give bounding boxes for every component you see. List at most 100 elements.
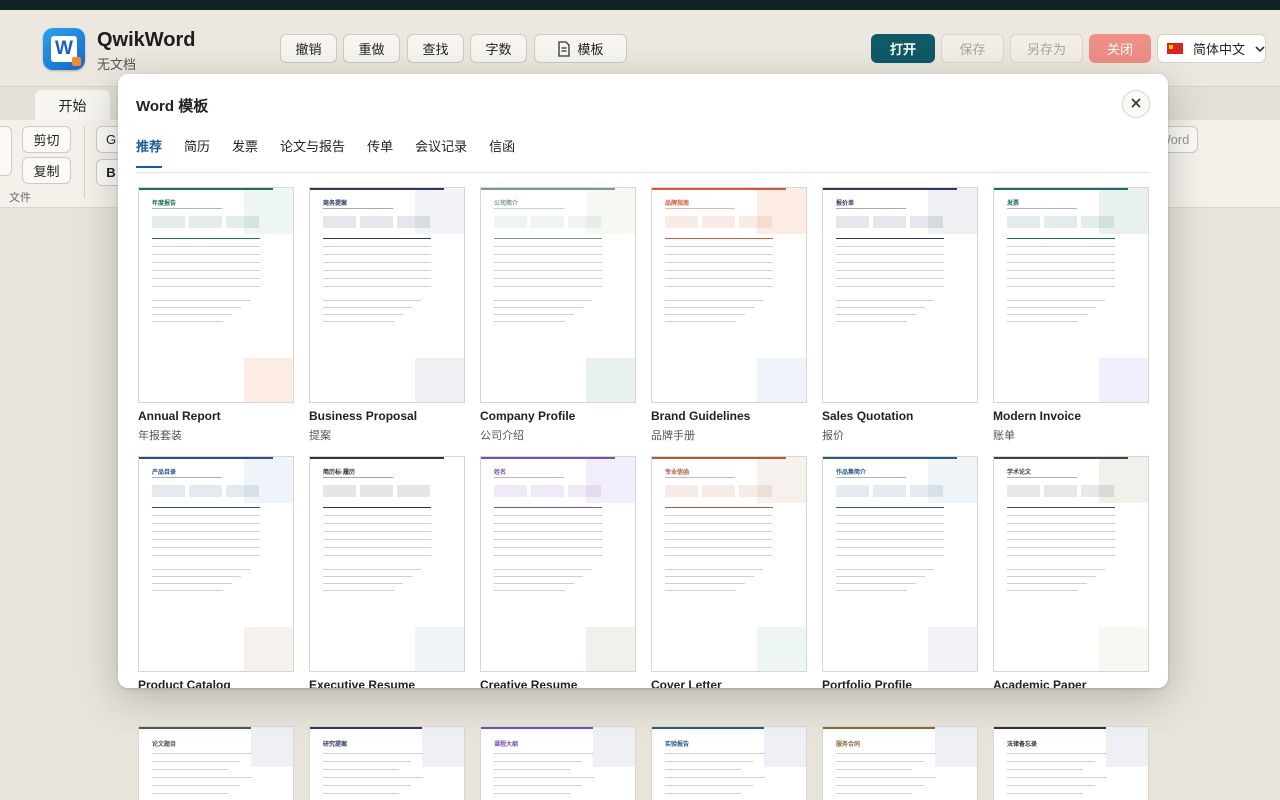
app-logo-icon: W (43, 28, 85, 70)
copy-button[interactable]: 复制 (22, 157, 71, 184)
template-name: Modern Invoice (993, 409, 1082, 423)
template-preview-title: 商务提案 (323, 201, 348, 207)
template-preview-title: 专业信函 (665, 470, 690, 476)
document-template-icon (557, 40, 571, 57)
template-preview-title: 产品目录 (152, 470, 177, 476)
app-name: QwikWord (97, 29, 196, 51)
template-card[interactable]: 简历标·履历Executive Resume简历 (309, 456, 465, 688)
template-thumbnail: 品牌指南 (651, 187, 807, 403)
template-name: Product Catalog (138, 678, 231, 688)
language-select[interactable]: 简体中文 (1157, 34, 1266, 63)
template-name: Company Profile (480, 409, 576, 423)
chevron-down-icon (1255, 41, 1265, 56)
template-name: Creative Resume (480, 678, 578, 688)
template-preview-title: 研究提案 (323, 742, 348, 748)
save-button[interactable]: 保存 (941, 34, 1004, 63)
template-preview-title: 姓名 (494, 470, 507, 476)
document-name: 无文档 (97, 57, 137, 72)
template-name: Sales Quotation (822, 409, 914, 423)
template-name: Cover Letter (651, 678, 722, 688)
template-card[interactable]: 年度报告 Annual Report 年报套装 (138, 187, 294, 442)
template-thumbnail: 公司简介 (480, 187, 636, 403)
dialog-close-button[interactable] (1122, 90, 1150, 118)
redo-button[interactable]: 重做 (343, 34, 400, 63)
template-subtitle: 年报套装 (138, 430, 182, 442)
template-card[interactable]: 姓名Creative Resume简历 (480, 456, 636, 688)
template-preview-title: 简历标·履历 (323, 470, 355, 476)
paste-button[interactable] (0, 126, 12, 176)
template-name: Annual Report (138, 409, 221, 423)
template-preview-title: 报价单 (836, 201, 855, 207)
template-card[interactable]: 服务合同 (822, 726, 978, 800)
find-button[interactable]: 查找 (407, 34, 464, 63)
wordcount-button[interactable]: 字数 (470, 34, 527, 63)
template-thumbnail: 简历标·履历 (309, 456, 465, 672)
template-thumbnail: 发票 (993, 187, 1149, 403)
template-preview-title: 作品集简介 (836, 470, 867, 476)
template-card[interactable]: 作品集简介Portfolio Profile作品集 (822, 456, 978, 688)
save-as-button[interactable]: 另存为 (1010, 34, 1083, 63)
undo-button[interactable]: 撤销 (280, 34, 337, 63)
template-preview-title: 学术论文 (1007, 470, 1032, 476)
template-card[interactable]: 法律备忘录 (993, 726, 1149, 800)
template-subtitle: 提案 (309, 430, 331, 442)
tab-category[interactable]: 发票 (232, 136, 258, 168)
template-preview-title: 法律备忘录 (1007, 742, 1038, 748)
china-flag-icon (1167, 43, 1183, 54)
template-name: Brand Guidelines (651, 409, 751, 423)
tab-category[interactable]: 信函 (489, 136, 515, 168)
template-name: Business Proposal (309, 409, 418, 423)
tab-home[interactable]: 开始 (35, 90, 110, 121)
close-icon (1131, 95, 1141, 113)
close-button[interactable]: 关闭 (1089, 34, 1151, 63)
template-name: Portfolio Profile (822, 678, 912, 688)
template-preview-title: 年度报告 (152, 201, 177, 207)
window-top-strip (0, 0, 1280, 10)
template-subtitle: 账单 (993, 430, 1015, 442)
template-preview-title: 公司简介 (494, 201, 519, 207)
tab-category[interactable]: 论文与报告 (280, 136, 345, 168)
template-card[interactable]: 课程大纲 (480, 726, 636, 800)
tab-category[interactable]: 简历 (184, 136, 210, 168)
template-thumbnail: 作品集简介 (822, 456, 978, 672)
template-preview-title: 实验报告 (665, 742, 690, 748)
template-card[interactable]: 公司简介 Company Profile 公司介绍 (480, 187, 636, 442)
template-card[interactable]: 论文题目 (138, 726, 294, 800)
template-card[interactable]: 产品目录Product Catalog目录 (138, 456, 294, 688)
template-subtitle: 品牌手册 (651, 430, 695, 442)
template-thumbnail: 报价单 (822, 187, 978, 403)
template-subtitle: 公司介绍 (480, 430, 524, 442)
template-dialog: Word 模板 推荐 简历 发票 论文与报告 传单 会议记录 信函 年度报告 Annual R… (118, 74, 1168, 688)
template-card[interactable]: 研究提案 (309, 726, 465, 800)
template-name: Academic Paper (993, 678, 1087, 688)
template-card[interactable]: 实验报告 (651, 726, 807, 800)
template-preview-title: 论文题目 (152, 742, 177, 748)
template-thumbnail: 学术论文 (993, 456, 1149, 672)
template-thumbnail: 产品目录 (138, 456, 294, 672)
template-thumbnail: 姓名 (480, 456, 636, 672)
cut-button[interactable]: 剪切 (22, 126, 71, 153)
template-card[interactable]: 报价单 Sales Quotation 报价 (822, 187, 978, 442)
tab-category[interactable]: 传单 (367, 136, 393, 168)
template-preview-title: 课程大纲 (494, 742, 519, 748)
template-card[interactable]: 学术论文Academic Paper论文套装 (993, 456, 1149, 688)
template-card[interactable]: 品牌指南 Brand Guidelines 品牌手册 (651, 187, 807, 442)
template-thumbnail: 商务提案 (309, 187, 465, 403)
template-name: Executive Resume (309, 678, 416, 688)
tab-category[interactable]: 会议记录 (415, 136, 467, 168)
template-card[interactable]: 专业信函Cover Letter信函 (651, 456, 807, 688)
template-card[interactable]: 商务提案 Business Proposal 提案 (309, 187, 465, 442)
template-preview-title: 发票 (1007, 201, 1020, 207)
template-card[interactable]: 发票 Modern Invoice 账单 (993, 187, 1149, 442)
dialog-title: Word 模板 (136, 98, 209, 115)
template-subtitle: 报价 (822, 430, 844, 442)
template-preview-title: 品牌指南 (665, 201, 690, 207)
template-button[interactable]: 模板 (534, 34, 627, 63)
template-category-tabs: 推荐 简历 发票 论文与报告 传单 会议记录 信函 (136, 136, 537, 168)
group-label-file: 文件 (9, 192, 31, 204)
tab-category[interactable]: 推荐 (136, 136, 163, 168)
template-thumbnail: 专业信函 (651, 456, 807, 672)
template-thumbnail: 年度报告 (138, 187, 294, 403)
template-preview-title: 服务合同 (836, 742, 861, 748)
open-button[interactable]: 打开 (871, 34, 935, 63)
